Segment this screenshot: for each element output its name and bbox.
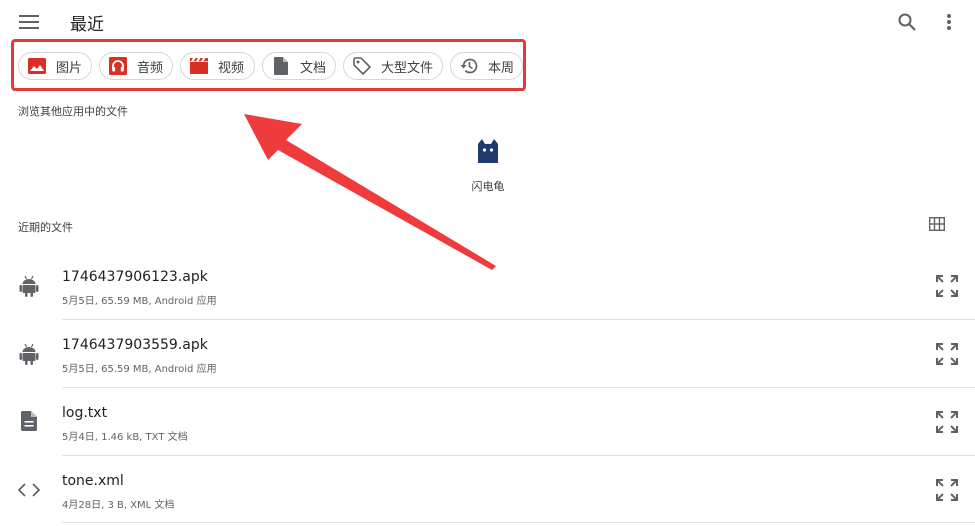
file-meta: 4月28日, 3 B, XML 文档 (62, 500, 175, 511)
image-icon (27, 56, 47, 76)
file-row[interactable]: tone.xml 4月28日, 3 B, XML 文档 (0, 460, 975, 524)
document-icon (271, 56, 291, 76)
chip-this-week[interactable]: 本周 (450, 52, 523, 80)
row-divider (62, 522, 975, 523)
menu-icon[interactable] (16, 9, 42, 35)
chip-label: 本周 (488, 60, 515, 76)
row-divider (62, 387, 975, 388)
annotation-arrow (244, 114, 496, 270)
file-name: 1746437906123.apk (62, 269, 208, 285)
chip-label: 文档 (300, 60, 327, 76)
page-title: 最近 (70, 15, 104, 35)
history-icon (459, 56, 479, 76)
chip-label: 图片 (56, 60, 83, 76)
file-row[interactable]: 1746437906123.apk 5月5日, 65.59 MB, Androi… (0, 256, 975, 320)
file-meta: 5月4日, 1.46 kB, TXT 文档 (62, 432, 188, 443)
file-name: tone.xml (62, 473, 124, 489)
headphones-icon (108, 56, 128, 76)
grid-view-icon[interactable] (927, 214, 947, 234)
chip-label: 音频 (137, 60, 164, 76)
android-icon (19, 275, 39, 301)
file-name: log.txt (62, 405, 108, 421)
code-icon (17, 482, 41, 501)
file-meta: 5月5日, 65.59 MB, Android 应用 (62, 364, 217, 375)
row-divider (62, 455, 975, 456)
expand-icon[interactable] (934, 341, 960, 367)
chip-video[interactable]: 视频 (180, 52, 255, 80)
file-row[interactable]: log.txt 5月4日, 1.46 kB, TXT 文档 (0, 392, 975, 456)
expand-icon[interactable] (934, 409, 960, 435)
file-name: 1746437903559.apk (62, 337, 208, 353)
chip-documents[interactable]: 文档 (262, 52, 336, 80)
clapperboard-icon (189, 56, 209, 76)
chip-images[interactable]: 图片 (18, 52, 92, 80)
search-icon[interactable] (893, 8, 921, 36)
row-divider (62, 319, 975, 320)
chip-large-files[interactable]: 大型文件 (343, 52, 443, 80)
android-icon (19, 343, 39, 369)
chip-label: 视频 (218, 60, 245, 76)
chip-audio[interactable]: 音频 (99, 52, 173, 80)
file-meta: 5月5日, 65.59 MB, Android 应用 (62, 296, 217, 307)
tag-icon (352, 56, 372, 76)
recent-section-label: 近期的文件 (18, 221, 73, 234)
expand-icon[interactable] (934, 273, 960, 299)
text-file-icon (21, 411, 37, 435)
expand-icon[interactable] (934, 477, 960, 503)
chip-label: 大型文件 (381, 60, 434, 76)
more-options-icon[interactable] (936, 8, 962, 36)
browse-section-label: 浏览其他应用中的文件 (18, 105, 128, 118)
file-row[interactable]: 1746437903559.apk 5月5日, 65.59 MB, Androi… (0, 324, 975, 388)
